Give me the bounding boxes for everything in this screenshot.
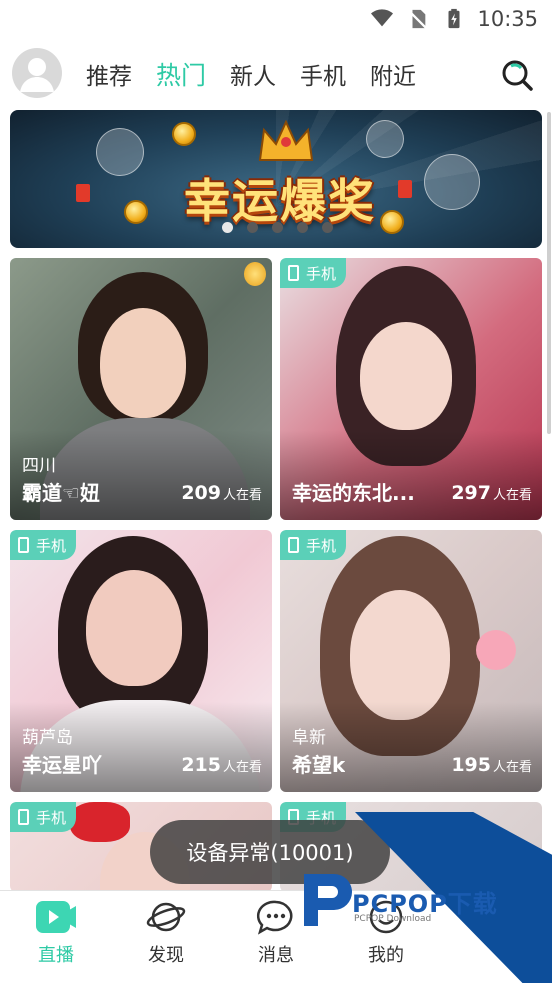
red-packet-icon [398, 180, 412, 198]
phone-icon [18, 809, 29, 825]
pagination-dot[interactable] [297, 222, 308, 233]
nav-label: 直播 [38, 945, 74, 966]
battery-charging-icon [448, 8, 460, 29]
streamer-name: 希望k [292, 753, 346, 777]
viewer-number: 195 [451, 754, 491, 776]
nav-discover[interactable]: 发现 [126, 899, 206, 967]
viewer-unit: 人在看 [492, 760, 532, 775]
live-card[interactable]: 手机 阜新 希望k 195 人在看 [280, 530, 542, 792]
mobile-badge: 手机 [10, 802, 77, 832]
nav-label: 我的 [368, 945, 404, 966]
status-time: 10:35 [477, 7, 538, 31]
streamer-name: 幸运的东北... [292, 481, 415, 505]
crown-icon [258, 120, 314, 161]
status-bar: 10:35 [0, 0, 552, 38]
person-icon [20, 58, 54, 92]
phone-icon [288, 265, 299, 281]
tab-nearby[interactable]: 附近 [370, 57, 416, 91]
thumbnail-face [360, 322, 452, 430]
nav-label: 发现 [148, 945, 184, 966]
coin-icon [172, 122, 196, 146]
banana-bubble-icon [424, 154, 480, 210]
badge-label: 手机 [36, 536, 67, 555]
banner-title: 幸运爆奖 [184, 174, 376, 228]
level-badge-icon [244, 262, 266, 286]
gift-bubble-icon [366, 120, 404, 158]
badge-label: 手机 [36, 808, 67, 827]
badge-label: 手机 [306, 536, 337, 555]
card-overlay [280, 430, 542, 520]
mobile-badge: 手机 [280, 530, 347, 560]
user-avatar[interactable] [12, 48, 62, 98]
nav-label: 消息 [258, 945, 294, 966]
red-packet-icon [76, 184, 90, 202]
phone-icon [18, 537, 29, 553]
nav-live[interactable]: 直播 [16, 899, 96, 967]
tab-recommend[interactable]: 推荐 [86, 57, 132, 91]
live-card[interactable]: 四川 霸道☜妞 209 人在看 [10, 258, 272, 520]
banner-pagination [222, 222, 347, 233]
coin-icon [124, 200, 148, 224]
video-camera-icon [36, 901, 76, 933]
viewer-unit: 人在看 [222, 488, 262, 503]
viewer-number: 209 [181, 482, 221, 504]
phone-icon [288, 537, 299, 553]
promo-banner[interactable]: 幸运爆奖 [10, 110, 542, 248]
hair-bow-icon [70, 802, 130, 842]
viewer-count: 209 人在看 [181, 482, 262, 504]
watermark-subtitle: PCPOP Download [354, 914, 432, 924]
live-card[interactable]: 手机 葫芦岛 幸运星吖 215 人在看 [10, 530, 272, 792]
tab-new[interactable]: 新人 [230, 57, 276, 91]
wifi-icon [371, 9, 394, 27]
top-bar: 推荐 热门 新人 手机 附近 [0, 44, 552, 104]
badge-label: 手机 [306, 264, 337, 283]
pagination-dot[interactable] [272, 222, 283, 233]
streamer-name: 霸道☜妞 [22, 481, 100, 505]
pagination-dot[interactable] [247, 222, 258, 233]
viewer-unit: 人在看 [222, 760, 262, 775]
scrollbar[interactable] [547, 112, 551, 434]
streamer-location: 四川 [22, 456, 56, 476]
mobile-badge: 手机 [10, 530, 77, 560]
viewer-count: 215 人在看 [181, 754, 262, 776]
viewer-count: 297 人在看 [451, 482, 532, 504]
pagination-dot[interactable] [322, 222, 333, 233]
live-card[interactable]: 手机 幸运的东北... 297 人在看 [280, 258, 542, 520]
clover-bubble-icon [96, 128, 144, 176]
cartoon-sticker-icon [476, 630, 516, 670]
planet-icon [146, 902, 186, 932]
viewer-number: 297 [451, 482, 491, 504]
mobile-badge: 手机 [280, 258, 347, 288]
viewer-unit: 人在看 [492, 488, 532, 503]
streamer-location: 阜新 [292, 728, 326, 748]
thumbnail-face [100, 308, 186, 418]
category-tabs: 推荐 热门 新人 手机 附近 [86, 44, 440, 104]
chat-bubble-icon [256, 900, 293, 935]
tab-hot[interactable]: 热门 [156, 56, 206, 92]
thumbnail-face [350, 590, 450, 720]
viewer-count: 195 人在看 [451, 754, 532, 776]
streamer-location: 葫芦岛 [22, 728, 73, 748]
pagination-dot[interactable] [222, 222, 233, 233]
thumbnail-face [86, 570, 182, 686]
search-icon[interactable] [500, 58, 534, 92]
no-sim-icon [409, 9, 428, 29]
viewer-number: 215 [181, 754, 221, 776]
tab-mobile[interactable]: 手机 [300, 57, 346, 91]
streamer-name: 幸运星吖 [22, 753, 102, 777]
